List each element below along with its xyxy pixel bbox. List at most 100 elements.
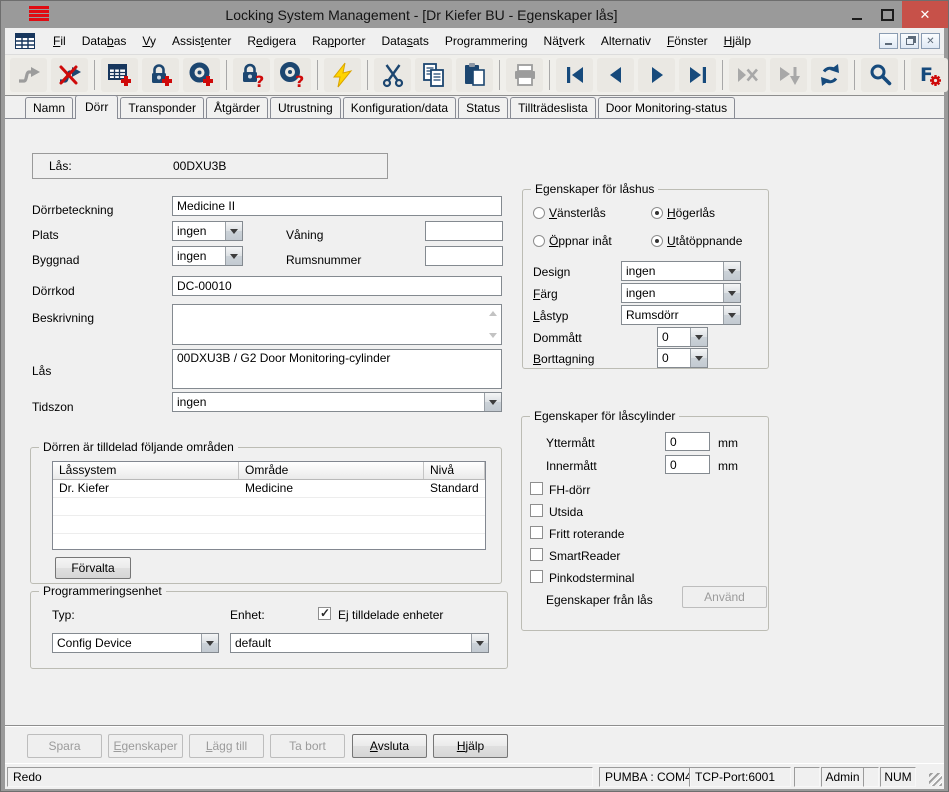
column-header-omrade[interactable]: Område: [239, 462, 424, 479]
menu-assistenter[interactable]: Assistenter: [164, 30, 239, 52]
unassigned-devices-checkbox[interactable]: [318, 606, 331, 620]
new-transponder-button[interactable]: [183, 58, 220, 92]
room-number-input[interactable]: [425, 246, 503, 266]
dropdown-arrow-icon[interactable]: [690, 328, 707, 346]
dropdown-arrow-icon[interactable]: [225, 247, 242, 265]
menu-alternativ[interactable]: Alternativ: [593, 30, 659, 52]
door-properties-page: Lås: 00DXU3B Dörrbeteckning Plats Byggna…: [5, 119, 944, 725]
column-header-lassystem[interactable]: Låssystem: [53, 462, 239, 479]
refresh-button[interactable]: [811, 58, 848, 92]
dropdown-arrow-icon[interactable]: [723, 306, 740, 324]
dropdown-arrow-icon[interactable]: [723, 284, 740, 302]
menu-natverk[interactable]: Nätverk: [536, 30, 593, 52]
menu-vy[interactable]: Vy: [134, 30, 164, 52]
door-designation-input[interactable]: [172, 196, 502, 216]
menu-databas[interactable]: Databas: [74, 30, 135, 52]
tab-door-monitoring-status[interactable]: Door Monitoring-status: [597, 97, 736, 118]
tab-utrustning[interactable]: Utrustning: [269, 97, 341, 118]
dropdown-arrow-icon[interactable]: [723, 262, 740, 280]
outside-checkbox[interactable]: [530, 504, 543, 517]
building-select[interactable]: ingen: [172, 246, 243, 266]
new-lock-button[interactable]: [142, 58, 179, 92]
programming-device-select[interactable]: default: [230, 633, 489, 653]
first-record-button[interactable]: [556, 58, 593, 92]
tab-dorr[interactable]: Dörr: [75, 95, 119, 119]
read-lock-button[interactable]: ?: [233, 58, 270, 92]
tab-namn[interactable]: Namn: [25, 97, 74, 118]
program-button[interactable]: [324, 58, 361, 92]
tab-atgarder[interactable]: Åtgärder: [205, 97, 268, 118]
tab-transponder[interactable]: Transponder: [120, 97, 204, 118]
tab-konfiguration-data[interactable]: Konfiguration/data: [342, 97, 457, 118]
statusbar: Redo PUMBA : COM4 TCP-Port:6001 Admin NU…: [5, 763, 944, 789]
opens-outward-radio[interactable]: [651, 235, 663, 247]
help-footer-button[interactable]: Hjälp: [433, 734, 508, 758]
right-lock-radio[interactable]: [651, 207, 663, 219]
mdi-minimize-button[interactable]: [879, 33, 898, 49]
lock-header-value: 00DXU3B: [173, 159, 227, 173]
programming-device-group-title: Programmeringsenhet: [39, 584, 166, 598]
next-record-button[interactable]: [638, 58, 675, 92]
dropdown-arrow-icon[interactable]: [690, 349, 707, 367]
design-label: Design: [533, 265, 571, 279]
copy-button[interactable]: [415, 58, 452, 92]
minimize-button[interactable]: [842, 4, 872, 25]
cut-button[interactable]: [374, 58, 411, 92]
programming-type-select[interactable]: Config Device: [52, 633, 219, 653]
tab-status[interactable]: Status: [458, 97, 509, 118]
menu-fil[interactable]: Fil: [45, 30, 74, 52]
lock-textarea[interactable]: 00DXU3B / G2 Door Monitoring-cylinder: [172, 349, 502, 389]
menu-redigera[interactable]: Redigera: [239, 30, 304, 52]
description-textarea[interactable]: [172, 304, 502, 345]
table-row[interactable]: Dr. Kiefer Medicine Standard: [53, 480, 485, 498]
maximize-button[interactable]: [872, 4, 902, 25]
mdi-close-button[interactable]: [921, 33, 940, 49]
pin-code-terminal-checkbox[interactable]: [530, 570, 543, 583]
search-button[interactable]: [861, 58, 898, 92]
fh-door-checkbox[interactable]: [530, 482, 543, 495]
dom-size-select[interactable]: 0: [657, 327, 708, 347]
column-header-niva[interactable]: Nivå: [424, 462, 485, 479]
outer-size-input[interactable]: [665, 432, 710, 451]
dropdown-arrow-icon[interactable]: [471, 634, 488, 652]
exit-button[interactable]: Avsluta: [352, 734, 427, 758]
design-select[interactable]: ingen: [621, 261, 741, 281]
menu-hjalp[interactable]: Hjälp: [716, 30, 759, 52]
status-tcp-port: TCP-Port:6001: [689, 767, 791, 787]
dropdown-arrow-icon[interactable]: [201, 634, 218, 652]
scroll-down-icon[interactable]: [489, 333, 497, 338]
disconnect-button[interactable]: [51, 58, 88, 92]
floor-input[interactable]: [425, 221, 503, 241]
paste-button[interactable]: [456, 58, 493, 92]
filter-settings-button[interactable]: F: [911, 58, 948, 92]
mdi-restore-button[interactable]: [900, 33, 919, 49]
table-icon: [15, 33, 35, 49]
inner-size-input[interactable]: [665, 455, 710, 474]
removal-select[interactable]: 0: [657, 348, 708, 368]
dropdown-arrow-icon[interactable]: [484, 393, 501, 411]
lock-type-select[interactable]: Rumsdörr: [621, 305, 741, 325]
scroll-up-icon[interactable]: [489, 311, 497, 316]
tab-tilltradeslista[interactable]: Tillträdeslista: [510, 97, 596, 118]
last-record-button[interactable]: [679, 58, 716, 92]
read-transponder-button[interactable]: ?: [274, 58, 311, 92]
previous-record-button[interactable]: [597, 58, 634, 92]
menu-datasats[interactable]: Datasats: [373, 30, 436, 52]
menu-rapporter[interactable]: Rapporter: [304, 30, 373, 52]
dropdown-arrow-icon[interactable]: [225, 222, 242, 240]
new-locking-system-button[interactable]: [101, 58, 138, 92]
free-rotating-checkbox[interactable]: [530, 526, 543, 539]
menu-fonster[interactable]: Fönster: [659, 30, 716, 52]
opens-inward-radio[interactable]: [533, 235, 545, 247]
location-select[interactable]: ingen: [172, 221, 243, 241]
manage-button[interactable]: Förvalta: [55, 557, 131, 579]
door-code-input[interactable]: [172, 276, 502, 296]
menu-programmering[interactable]: Programmering: [437, 30, 536, 52]
color-select[interactable]: ingen: [621, 283, 741, 303]
close-button[interactable]: [902, 1, 948, 28]
resize-grip[interactable]: [929, 773, 942, 786]
time-zone-select[interactable]: ingen: [172, 392, 502, 412]
left-lock-radio[interactable]: [533, 207, 545, 219]
first-record-icon: [566, 67, 583, 83]
smartreader-checkbox[interactable]: [530, 548, 543, 561]
